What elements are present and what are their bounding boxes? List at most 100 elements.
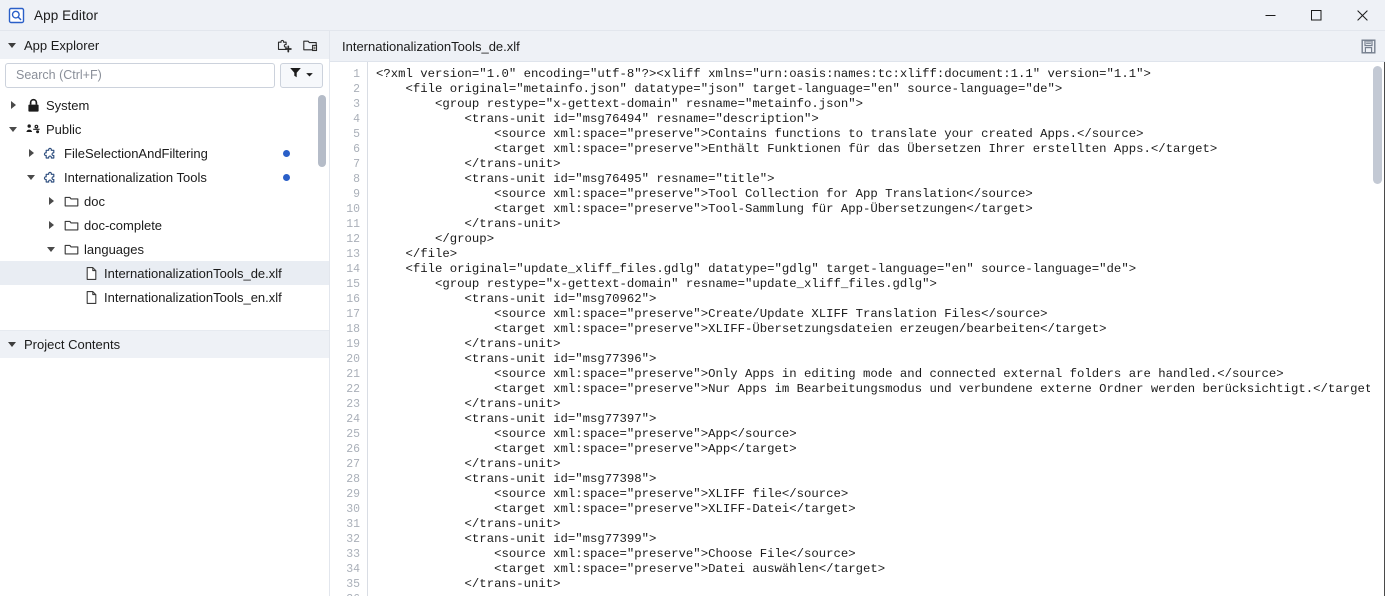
- code-line[interactable]: </trans-unit>: [376, 217, 1385, 232]
- caret-down-icon[interactable]: [8, 42, 16, 48]
- tree-item[interactable]: Public: [0, 117, 329, 141]
- file-icon: [80, 285, 102, 309]
- code-line[interactable]: <target xml:space="preserve">Datei auswä…: [376, 562, 1385, 577]
- line-number: 8: [353, 173, 360, 186]
- code-line[interactable]: <source xml:space="preserve">App</source…: [376, 427, 1385, 442]
- code-line[interactable]: <target xml:space="preserve">XLIFF-Datei…: [376, 502, 1385, 517]
- code-line[interactable]: <target xml:space="preserve">Nur Apps im…: [376, 382, 1385, 397]
- chevron-right-icon[interactable]: [42, 189, 60, 213]
- project-contents-caret-down-icon[interactable]: [8, 342, 16, 347]
- chevron-down-icon[interactable]: [22, 165, 40, 189]
- tree-item[interactable]: Internationalization Tools: [0, 165, 329, 189]
- code-line[interactable]: <trans-unit id="msg76494" resname="descr…: [376, 112, 1385, 127]
- editor-scrollbar[interactable]: [1370, 62, 1384, 596]
- code-line[interactable]: <file original="metainfo.json" datatype=…: [376, 82, 1385, 97]
- code-line[interactable]: </trans-unit>: [376, 517, 1385, 532]
- code-line[interactable]: <group restype="x-gettext-domain" resnam…: [376, 97, 1385, 112]
- line-number: 22: [346, 383, 360, 396]
- maximize-button[interactable]: [1293, 0, 1339, 31]
- line-number: 15: [346, 278, 360, 291]
- code-line[interactable]: <trans-unit id="msg77396">: [376, 352, 1385, 367]
- window-title: App Editor: [34, 7, 99, 23]
- code-line[interactable]: <trans-unit id="msg70962">: [376, 292, 1385, 307]
- add-app-icon[interactable]: [271, 34, 297, 56]
- code-line[interactable]: <trans-unit id="msg77399">: [376, 532, 1385, 547]
- line-number: 1: [353, 68, 360, 81]
- tree-item[interactable]: InternationalizationTools_de.xlf: [0, 261, 329, 285]
- filter-dropdown-button[interactable]: [280, 62, 323, 88]
- line-number: 14: [346, 263, 360, 276]
- editor-tab[interactable]: InternationalizationTools_de.xlf: [330, 31, 534, 61]
- code-line[interactable]: <source xml:space="preserve">XLIFF file<…: [376, 487, 1385, 502]
- line-number: 7: [353, 158, 360, 171]
- search-input-wrapper[interactable]: [5, 62, 275, 88]
- code-line[interactable]: </trans-unit>: [376, 157, 1385, 172]
- code-line[interactable]: <trans-unit id="msg77397">: [376, 412, 1385, 427]
- code-line[interactable]: </trans-unit>: [376, 397, 1385, 412]
- tree-item-label: Public: [46, 121, 82, 137]
- chevron-down-icon[interactable]: [4, 117, 22, 141]
- chevron-right-icon[interactable]: [4, 93, 22, 117]
- line-number: 19: [346, 338, 360, 351]
- line-number: 3: [353, 98, 360, 111]
- code-line[interactable]: </file>: [376, 247, 1385, 262]
- code-line[interactable]: <trans-unit id="msg76495" resname="title…: [376, 172, 1385, 187]
- code-line[interactable]: <source xml:space="preserve">Create/Upda…: [376, 307, 1385, 322]
- line-number: 24: [346, 413, 360, 426]
- code-line[interactable]: </trans-unit>: [376, 337, 1385, 352]
- line-number: 11: [346, 218, 360, 231]
- code-line[interactable]: <target xml:space="preserve">XLIFF-Übers…: [376, 322, 1385, 337]
- line-number: 20: [346, 353, 360, 366]
- code-line[interactable]: </group>: [376, 232, 1385, 247]
- chevron-right-icon[interactable]: [22, 141, 40, 165]
- tree-item-label: doc: [84, 193, 105, 209]
- line-number: 30: [346, 503, 360, 516]
- title-bar-left: App Editor: [0, 7, 98, 24]
- code-line[interactable]: <group restype="x-gettext-domain" resnam…: [376, 277, 1385, 292]
- tree-item[interactable]: FileSelectionAndFiltering: [0, 141, 329, 165]
- code-content[interactable]: <?xml version="1.0" encoding="utf-8"?><x…: [368, 62, 1385, 596]
- code-line[interactable]: [376, 592, 1385, 596]
- tree-item[interactable]: InternationalizationTools_en.xlf: [0, 285, 329, 309]
- public-users-icon: [22, 117, 44, 141]
- app-explorer-panel: App Explorer Search (Ctrl+F) System Publ…: [0, 31, 330, 596]
- code-line[interactable]: <source xml:space="preserve">Contains fu…: [376, 127, 1385, 142]
- code-line[interactable]: </trans-unit>: [376, 577, 1385, 592]
- puzzle-icon: [40, 165, 62, 189]
- code-line[interactable]: <target xml:space="preserve">Enthält Fun…: [376, 142, 1385, 157]
- chevron-right-icon[interactable]: [42, 213, 60, 237]
- tree-scrollbar[interactable]: [317, 91, 327, 330]
- add-folder-icon[interactable]: [297, 34, 323, 56]
- code-line[interactable]: <?xml version="1.0" encoding="utf-8"?><x…: [376, 67, 1385, 82]
- chevron-down-icon[interactable]: [42, 237, 60, 261]
- line-number: 26: [346, 443, 360, 456]
- project-contents-header[interactable]: Project Contents: [0, 330, 329, 358]
- tab-bar-spacer: [534, 31, 1351, 61]
- line-number: 5: [353, 128, 360, 141]
- search-input[interactable]: [14, 67, 266, 83]
- tree-item[interactable]: doc: [0, 189, 329, 213]
- window-controls: [1247, 0, 1385, 31]
- line-number: 36: [330, 592, 360, 596]
- save-floppy-icon[interactable]: [1351, 31, 1385, 61]
- code-line[interactable]: <file original="update_xliff_files.gdlg"…: [376, 262, 1385, 277]
- code-line[interactable]: </trans-unit>: [376, 457, 1385, 472]
- code-line[interactable]: <target xml:space="preserve">Tool-Sammlu…: [376, 202, 1385, 217]
- minimize-button[interactable]: [1247, 0, 1293, 31]
- app-window: App Editor App Explorer Search (Ctrl+F) …: [0, 0, 1385, 596]
- code-line[interactable]: <source xml:space="preserve">Choose File…: [376, 547, 1385, 562]
- code-editor[interactable]: 1 2 3 4 5 6 7 8 9 10 11 12 13 14 15 16 17 18 19 20 21 22 23 24 2…: [330, 62, 1385, 596]
- code-line[interactable]: <trans-unit id="msg77398">: [376, 472, 1385, 487]
- tree-twisty-spacer: [62, 261, 80, 285]
- editor-scrollbar-thumb[interactable]: [1373, 66, 1382, 184]
- tree-item[interactable]: languages: [0, 237, 329, 261]
- line-number: 17: [346, 308, 360, 321]
- tree-item[interactable]: doc-complete: [0, 213, 329, 237]
- close-button[interactable]: [1339, 0, 1385, 31]
- code-line[interactable]: <source xml:space="preserve">Tool Collec…: [376, 187, 1385, 202]
- code-line[interactable]: <target xml:space="preserve">App</target…: [376, 442, 1385, 457]
- tree-scrollbar-thumb[interactable]: [318, 95, 326, 167]
- code-line[interactable]: <source xml:space="preserve">Only Apps i…: [376, 367, 1385, 382]
- line-number: 27: [346, 458, 360, 471]
- tree-item[interactable]: System: [0, 93, 329, 117]
